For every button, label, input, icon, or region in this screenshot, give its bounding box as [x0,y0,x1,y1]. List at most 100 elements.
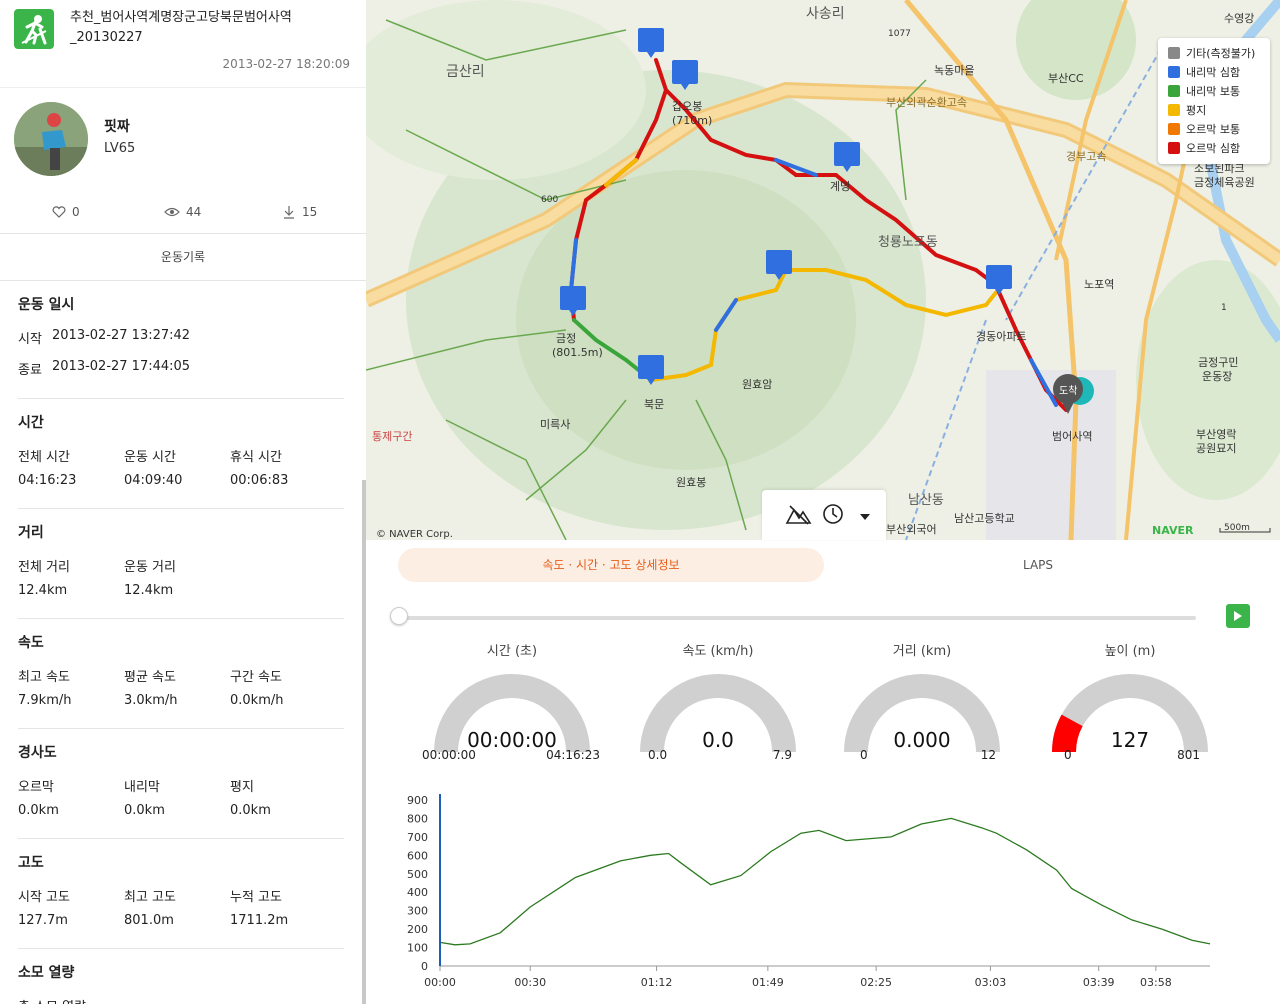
map-label: 계명 [830,180,850,193]
stat-label: 총 소모 열량 [18,996,218,1004]
tab-detail-info[interactable]: 속도 · 시간 · 고도 상세정보 [398,548,824,582]
playback-track[interactable] [398,616,1196,620]
stat-label: 구간 속도 [230,670,282,685]
map-label: 1077 [888,29,911,39]
gauge-max: 04:16:23 [546,748,600,762]
y-tick-label: 700 [407,831,428,844]
stat-value: 0.0km [18,803,59,818]
playback-handle[interactable] [390,607,408,625]
section-title: 경사도 [18,745,57,761]
stat-label: 휴식 시간 [230,450,282,465]
legend-label: 평지 [1186,103,1207,117]
user-level: LV65 [104,141,136,156]
download-icon [284,206,294,219]
eye-icon [164,207,180,217]
map-label: 운동장 [1202,370,1232,383]
legend-label: 내리막 심함 [1186,65,1241,79]
map-label: 갑오봉 [672,100,702,113]
stat-label: 오르막 [18,780,54,795]
route-map[interactable]: 사송리 금산리 녹동마을 부산CC 부산외곽순환고속 갑오봉 (710m) 계명… [366,0,1280,540]
gauge-distance: 거리 (km) 0.000 0 12 [822,640,1022,770]
map-label: 통제구간 [372,430,412,443]
legend-swatch [1168,122,1180,135]
map-label: 부산CC [1048,72,1084,85]
download-count[interactable]: 15 [282,205,317,219]
section-title: 시간 [18,415,44,431]
legend-label: 기타(측정불가) [1186,46,1256,60]
detail-tabs: 속도 · 시간 · 고도 상세정보 LAPS [398,548,1253,582]
download-count-value: 15 [302,205,318,219]
x-tick-label: 00:00 [424,976,456,989]
stat-value: 0.0km/h [230,693,284,708]
gauge-min: 0.0 [648,748,668,762]
x-tick-label: 03:39 [1083,976,1115,989]
map-canvas: 사송리 금산리 녹동마을 부산CC 부산외곽순환고속 갑오봉 (710m) 계명… [366,0,1280,540]
map-label: 녹동마을 [934,64,974,77]
legend-label: 내리막 보통 [1186,84,1241,98]
map-label: 원효봉 [676,476,706,489]
legend-item: 내리막 보통 [1168,81,1270,100]
stat-label: 시작 고도 [18,890,70,905]
gauge-max: 7.9 [772,748,792,762]
play-button[interactable] [1226,604,1250,628]
section-speed: 속도 최고 속도 7.9km/h 평균 속도 3.0km/h 구간 속도 0.0km/… [18,619,344,729]
stat-value: 0.0km [230,803,271,818]
stat-label: 평지 [230,780,254,795]
elevation-line [439,817,1211,946]
y-tick-label: 500 [407,868,428,881]
gauge-time: 시간 (초) 00:00:00 00:00:00 04:16:23 [412,640,612,770]
slope-legend: 기타(측정불가) 내리막 심함 내리막 보통 평지 오르막 보통 오르막 심함 [1158,38,1270,164]
map-label: 부산외국어 [886,523,937,536]
map-label: 금정체육공원 [1194,176,1255,189]
map-label: 미륵사 [540,418,570,431]
map-label: 사송리 [806,6,845,22]
user-name: 핏짜 [104,119,130,135]
gauge-max: 12 [980,748,996,762]
stat-value: 7.9km/h [18,693,72,708]
gauge-min: 0 [1064,748,1072,762]
legend-swatch [1168,65,1180,78]
section-calories: 소모 열량 총 소모 열량3835kcal [18,949,344,1004]
y-tick-label: 100 [407,942,428,955]
x-tick-label: 00:30 [514,976,546,989]
hiking-logo-icon [14,9,54,49]
stat-value: 12.4km [124,583,174,598]
x-tick-label: 03:58 [1140,976,1172,989]
legend-item: 평지 [1168,100,1270,119]
y-tick-label: 600 [407,849,428,862]
chevron-down-icon[interactable] [860,514,870,520]
section-title: 소모 열량 [18,965,75,981]
tab-laps[interactable]: LAPS [824,548,1252,582]
map-label: 금정구민 [1198,356,1238,369]
tab-exercise-record[interactable]: 운동기록 [0,234,366,281]
map-controls [762,490,886,540]
legend-item: 오르막 심함 [1168,138,1270,157]
stat-value: 801.0m [124,913,174,928]
like-count[interactable]: 0 [52,205,80,219]
legend-label: 오르막 심함 [1186,141,1241,155]
play-icon [1234,611,1242,621]
stat-value: 1711.2m [230,913,289,928]
stat-value: 127.7m [18,913,68,928]
gauge-max: 801 [1177,748,1200,762]
start-label: 시작 [18,332,42,347]
avatar[interactable] [14,102,88,176]
map-label: 원효암 [742,378,772,391]
stat-value: 3.0km/h [124,693,178,708]
map-label: 범어사역 [1052,430,1092,443]
terrain-icon[interactable] [785,505,812,525]
legend-item: 기타(측정불가) [1168,43,1270,62]
history-icon[interactable] [823,504,843,524]
section-title: 운동 일시 [18,297,75,313]
stat-label: 운동 시간 [124,450,176,465]
y-tick-label: 800 [407,812,428,825]
left-scrollbar[interactable] [362,480,366,1004]
gauge-speed: 속도 (km/h) 0.0 0.0 7.9 [618,640,818,770]
gauge-min: 00:00:00 [422,748,476,762]
stat-label: 내리막 [124,780,160,795]
view-count: 44 [164,205,201,219]
activity-title: 추천_범어사역계명장군고당북문범어사역_20130227 [70,10,292,45]
x-tick-label: 02:25 [860,976,892,989]
map-label: 부산외곽순환고속 [886,96,967,109]
map-label: 600 [541,195,558,205]
